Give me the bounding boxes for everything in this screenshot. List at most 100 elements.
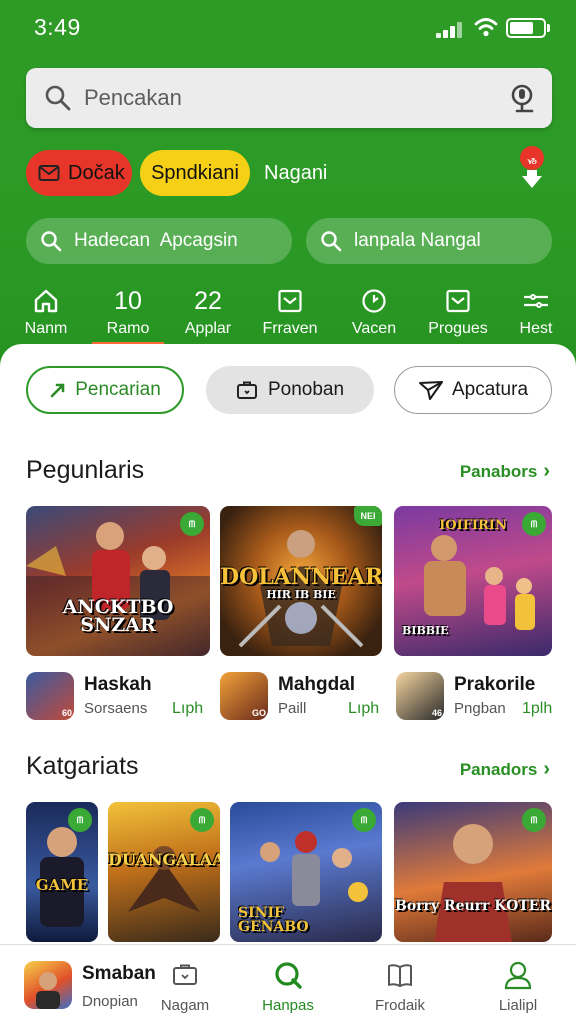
game-card[interactable]: DUANGALAA ᗰ <box>108 802 220 942</box>
app-name: Mahgdal <box>278 674 356 695</box>
filter-chips: Dočak Spndkiani Nagani ᏹ <box>26 146 552 196</box>
search-icon <box>321 231 342 252</box>
game-badge: NEI <box>354 506 382 526</box>
category-tabs: Nanm 10 Ramo 22 Applar Frraven Vacen Pro… <box>0 284 576 346</box>
quick-search-1[interactable]: Hadecan Apcagsin <box>26 218 292 264</box>
profile-avatar[interactable] <box>24 961 72 1009</box>
battery-icon <box>506 18 550 38</box>
filter-pencarian[interactable]: Pencarian <box>26 366 184 414</box>
search-input[interactable] <box>84 76 504 120</box>
user-icon <box>504 961 532 990</box>
status-bar: 3:49 <box>0 0 576 56</box>
tab-nanm[interactable]: Nanm <box>6 284 86 338</box>
game-art-subtitle: BIBBIE <box>402 624 449 637</box>
search-icon <box>45 85 71 111</box>
game-art-title: DUANGALAA <box>108 850 220 869</box>
app-header: 3:49 Dočak <box>0 0 576 360</box>
game-badge: ᗰ <box>68 808 92 832</box>
filter-ponoban[interactable]: Ponoban <box>206 366 374 414</box>
game-art-subtitle: HIR IB BIE <box>266 588 336 601</box>
send-icon <box>418 381 443 400</box>
voice-search-icon[interactable] <box>508 82 538 114</box>
tab-frraven[interactable]: Frraven <box>250 284 330 338</box>
count-value: 10 <box>114 286 142 315</box>
download-arrow-icon: ᏹ <box>522 153 542 188</box>
tab-vacen[interactable]: Vacen <box>334 284 414 338</box>
status-time: 3:49 <box>34 14 81 40</box>
chevron-right-icon: › <box>543 758 550 780</box>
game-card[interactable]: DOLANNEAR HIR IB BIE NEI <box>220 506 382 656</box>
inbox-icon <box>446 289 470 313</box>
game-art-title: GAME <box>35 876 89 894</box>
game-art-title: DOLANNEAR <box>220 564 382 590</box>
app-size: Lıph <box>348 700 380 717</box>
quick-search-label: lanpala Nangal <box>354 230 481 251</box>
game-badge: ᗰ <box>352 808 376 832</box>
app-item[interactable]: 60 Haskah Sorsaens Lıph <box>26 672 210 722</box>
nav-nagam[interactable]: Nagam <box>160 959 210 1014</box>
app-icon: 60 <box>26 672 74 720</box>
app-publisher: Paill <box>278 700 307 717</box>
mail-icon <box>38 165 60 181</box>
app-publisher: Pngban <box>454 700 506 717</box>
content-sheet: Pencarian Ponoban Apcatura Pegunlaris Pa… <box>0 344 576 1024</box>
chevron-right-icon: › <box>543 460 550 482</box>
game-art-title: SINIF GENABO <box>238 905 309 935</box>
briefcase-icon <box>173 964 197 985</box>
app-size: 1plh <box>522 700 553 717</box>
search-icon <box>41 231 62 252</box>
section-title-categories: Katgariats <box>26 752 139 780</box>
game-card[interactable]: GAME ᗰ <box>26 802 98 942</box>
app-icon: 46 <box>396 672 444 720</box>
app-item[interactable]: GO Mahgdal Paill Lıph <box>220 672 382 722</box>
tools-icon <box>524 294 548 308</box>
home-icon <box>34 289 58 313</box>
book-icon <box>388 964 412 987</box>
filter-buttons: Pencarian Ponoban Apcatura <box>26 366 552 414</box>
svg-text:ᏹ: ᏹ <box>527 153 537 168</box>
tab-progues[interactable]: Progues <box>418 284 498 338</box>
quick-search-label: Hadecan Apcagsin <box>74 230 238 251</box>
profile-subtitle: Dnopian <box>82 993 138 1010</box>
chip-spndkiani[interactable]: Spndkiani <box>140 150 250 196</box>
see-all-popular-link[interactable]: Panabors › <box>460 460 550 483</box>
nav-frodaik[interactable]: Frodaik <box>368 959 432 1014</box>
app-publisher: Sorsaens <box>84 700 148 717</box>
briefcase-icon <box>236 381 257 399</box>
game-card[interactable]: IOIFIRIN BIBBIE ᗰ <box>394 506 552 656</box>
tab-applar[interactable]: 22 Applar <box>168 284 248 338</box>
filter-apcatura[interactable]: Apcatura <box>394 366 552 414</box>
quick-search-2[interactable]: lanpala Nangal <box>306 218 552 264</box>
search-bar[interactable] <box>26 68 552 128</box>
chip-nagani[interactable]: Nagani <box>264 150 354 196</box>
bottom-navigation: Smaban Dnopian Nagam Hanpas Frodaik Lial… <box>0 944 576 1024</box>
avatar-image <box>36 972 60 1009</box>
search-icon <box>275 962 302 989</box>
game-badge: ᗰ <box>522 512 546 536</box>
game-art-title: ANCKTBO SNZAR <box>62 596 174 636</box>
app-name: Haskah <box>84 674 152 695</box>
chip-docak[interactable]: Dočak <box>26 150 132 196</box>
see-all-categories-link[interactable]: Panadors › <box>460 758 550 781</box>
tab-ramo[interactable]: 10 Ramo <box>88 284 168 345</box>
notification-button[interactable]: ᏹ <box>518 146 548 196</box>
game-card[interactable]: SINIF GENABO ᗰ <box>230 802 382 942</box>
chip-label: Nagani <box>264 161 328 184</box>
nav-lialipl[interactable]: Lialipl <box>490 959 546 1014</box>
game-badge: ᗰ <box>180 512 204 536</box>
chip-label: Spndkiani <box>151 161 239 184</box>
game-card[interactable]: Borry Reurr KOTER ᗰ <box>394 802 552 942</box>
tab-hest[interactable]: Hest <box>496 284 576 338</box>
chip-label: Dočak <box>68 161 125 184</box>
count-value: 22 <box>194 286 222 315</box>
app-item[interactable]: 46 Prakorile Pngban 1plh <box>396 672 552 722</box>
app-name: Prakorile <box>454 674 536 695</box>
app-size: Lıph <box>172 700 204 717</box>
clock-icon <box>362 289 386 313</box>
game-card[interactable]: ANCKTBO SNZAR ᗰ <box>26 506 210 656</box>
inbox-icon <box>278 289 302 313</box>
profile-name: Smaban <box>82 963 156 984</box>
trend-arrow-icon <box>50 383 65 398</box>
game-badge: ᗰ <box>522 808 546 832</box>
nav-hanpas[interactable]: Hanpas <box>256 959 320 1014</box>
